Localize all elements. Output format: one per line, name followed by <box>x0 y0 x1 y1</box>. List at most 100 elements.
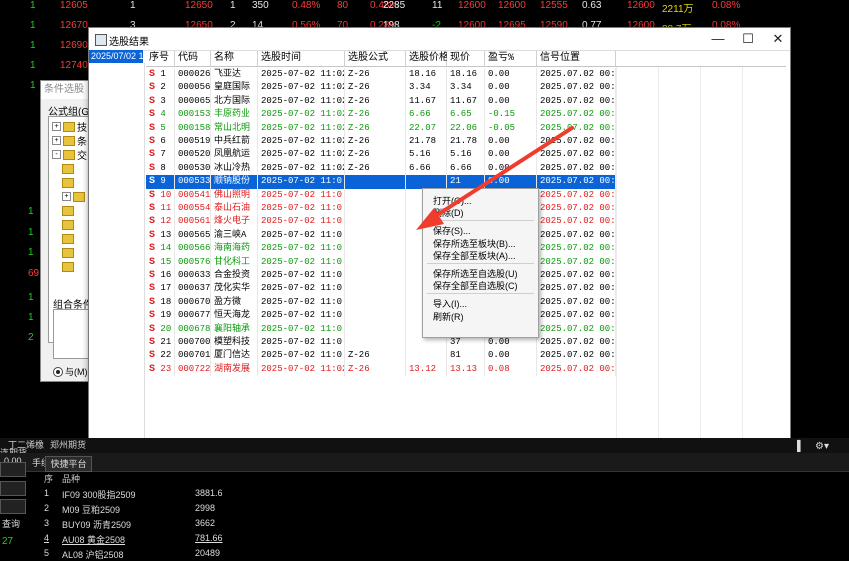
tree-item[interactable] <box>62 260 76 273</box>
and-radio[interactable]: 与(M) <box>53 365 88 378</box>
table-row[interactable]: S 10000541佛山照明2025-07-02 11:0100.632025.… <box>146 188 616 202</box>
folder-icon <box>63 121 75 132</box>
quick-platform-tab[interactable]: 快捷平台 <box>45 456 92 472</box>
table-cell: 2025.07.02 00:00:00 <box>537 309 616 323</box>
table-row[interactable]: S 2000056皇庭国际2025-07-02 11:02:53Z-263.34… <box>146 81 616 95</box>
tree-expander-icon[interactable]: + <box>62 192 71 201</box>
exchange-tab[interactable]: 郑州期货 <box>50 438 86 453</box>
table-row[interactable]: S 18000670盈方微2025-07-02 11:0380.002025.0… <box>146 295 616 310</box>
table-row[interactable]: S 11000554泰山石油2025-07-02 11:0100.142025.… <box>146 202 616 216</box>
settings-tool-icon[interactable]: ▌ <box>797 441 804 452</box>
quote-cell: 12740 <box>60 60 88 71</box>
close-button[interactable]: ✕ <box>763 28 793 50</box>
menu-item[interactable]: 保存全部至自选股(C) <box>433 279 518 292</box>
table-row[interactable]: S 20000678襄阳轴承2025-07-02 11:013-0.072025… <box>146 322 616 336</box>
menu-item[interactable]: 保存所选至板块(B)... <box>433 237 516 250</box>
column-header[interactable]: 选股时间 <box>258 51 345 67</box>
folder-icon <box>63 149 75 160</box>
table-row[interactable]: S 13000565渝三峡A2025-07-02 11:0370.002025.… <box>146 228 616 243</box>
table-cell: S 15 <box>146 255 175 269</box>
table-row[interactable]: S 23000722湖南发展2025-07-02 11:02:56Z-2613.… <box>146 362 616 377</box>
stock-result-window[interactable]: 选股结果 — ☐ ✕ 2025/07/02 1 序号 代码 名称 选股时间 选股公式 选股… <box>88 27 791 455</box>
table-row[interactable]: S 12000561烽火电子2025-07-02 11:0100.252025.… <box>146 215 616 229</box>
menu-item[interactable]: 刷新(R) <box>433 310 464 323</box>
menu-item[interactable]: 删除(D) <box>433 206 464 219</box>
table-cell: Z-26 <box>345 68 406 82</box>
table-row[interactable]: S 19000677恒天海龙2025-07-02 11:0860.002025.… <box>146 309 616 323</box>
tree-item[interactable] <box>62 232 76 245</box>
tree-item[interactable]: -交 <box>52 148 87 162</box>
tree-item[interactable] <box>62 176 76 189</box>
contract-row[interactable]: 1 IF09 300股指2509 3881.6 <box>40 487 270 501</box>
tree-item[interactable] <box>62 204 76 217</box>
side-number-cell: 1 <box>28 227 34 238</box>
table-row[interactable]: S 22 000701 厦门信达 2025-07-02 11:0 Z-26 81 0.00 2… <box>146 349 616 363</box>
table-row[interactable]: S 3000065北方国际2025-07-02 11:02:53Z-2611.6… <box>146 94 616 109</box>
side-number-cell: 1 <box>28 312 34 323</box>
table-row[interactable]: S 8000530冰山冷热2025-07-02 11:02:54Z-266.66… <box>146 161 616 176</box>
table-row[interactable]: S 9 000533 顺钠股份 2025-07-02 11:0 21 0.00 2025.0… <box>146 175 616 189</box>
menu-item[interactable]: 保存(S)... <box>433 224 471 237</box>
date-list-item[interactable]: 2025/07/02 1 <box>89 50 143 63</box>
side-input-2[interactable] <box>0 481 26 496</box>
contract-row[interactable]: 4 AU08 黄金2508 781.66 <box>40 532 270 546</box>
side-input-1[interactable] <box>0 462 26 477</box>
tool-dropdown-icon[interactable]: ⚙▾ <box>815 441 829 452</box>
menu-item[interactable]: 打开(O)... <box>433 194 472 207</box>
query-button[interactable]: 查询 <box>2 517 20 530</box>
side-input-3[interactable] <box>0 499 26 514</box>
tree-item[interactable]: + 技 <box>52 120 87 134</box>
table-row[interactable]: S 4000153丰原药业2025-07-02 11:02:54Z-266.66… <box>146 108 616 122</box>
table-row[interactable]: S 21 000700 模塑科技 2025-07-02 11:0 37 0.00 2025.… <box>146 336 616 350</box>
window-app-icon <box>95 34 107 46</box>
table-cell: 000633 <box>175 269 211 283</box>
table-row[interactable]: S 17000637茂化实华2025-07-02 11:0190.002025.… <box>146 282 616 296</box>
table-row[interactable]: S 16000633合金投资2025-07-02 11:0710.002025.… <box>146 269 616 283</box>
row-number: 18 <box>155 296 172 307</box>
column-header[interactable]: 选股公式 <box>345 51 406 67</box>
menu-item[interactable]: 保存全部至板块(A)... <box>433 249 516 262</box>
column-header[interactable]: 现价 <box>447 51 485 67</box>
contract-row[interactable]: 3 BUY09 沥青2509 3662 <box>40 517 270 531</box>
table-row[interactable]: S 15000576甘化科工2025-07-02 11:038-0.102025… <box>146 255 616 269</box>
exchange-tab-bar[interactable]: 丁二烯橡连期货郑州期货 <box>0 438 849 458</box>
date-list[interactable] <box>89 63 145 453</box>
side-number: 27 <box>2 536 14 547</box>
contract-row[interactable]: 5 AL08 沪铝2508 20489 <box>40 547 270 561</box>
table-cell: 000576 <box>175 255 211 269</box>
menu-item[interactable]: 保存所选至自选股(U) <box>433 267 518 280</box>
tree-expander-icon[interactable]: + <box>52 136 61 145</box>
tree-item[interactable]: + <box>62 190 87 203</box>
maximize-button[interactable]: ☐ <box>733 28 763 50</box>
quote-cell: 12600 <box>458 0 486 11</box>
column-header[interactable]: 代码 <box>175 51 211 67</box>
column-header[interactable]: 名称 <box>211 51 258 67</box>
row-number: 8 <box>155 162 166 173</box>
tree-expander-icon[interactable]: - <box>52 150 61 159</box>
column-header[interactable]: 信号位置 <box>537 51 616 67</box>
contract-price: 3881.6 <box>195 488 223 498</box>
tree-item[interactable] <box>62 162 76 175</box>
tree-item[interactable] <box>62 246 76 259</box>
table-row[interactable]: S 1000026飞亚达2025-07-02 11:02:53Z-2618.16… <box>146 68 616 82</box>
tree-item[interactable]: + 条 <box>52 134 87 148</box>
table-cell: S 22 <box>146 349 175 363</box>
minimize-button[interactable]: — <box>703 28 733 50</box>
contract-row[interactable]: 2 M09 豆粕2509 2998 <box>40 502 270 516</box>
menu-item[interactable]: 导入(I)... <box>433 297 467 310</box>
quote-cell: 12690 <box>60 40 88 51</box>
title-bar[interactable]: 选股结果 — ☐ ✕ <box>89 28 790 51</box>
table-row[interactable]: S 14000566海南海药2025-07-02 11:037-0.172025… <box>146 242 616 256</box>
table-row[interactable]: S 5000158常山北明2025-07-02 11:02:54Z-2622.0… <box>146 121 616 135</box>
column-header[interactable]: 序号 <box>146 51 175 67</box>
table-row[interactable]: S 7000520凤凰航运2025-07-02 11:02:54Z-265.16… <box>146 148 616 162</box>
table-cell: Z-26 <box>345 148 406 162</box>
column-header[interactable]: 盈亏% <box>485 51 537 67</box>
tree-item[interactable] <box>62 218 76 231</box>
table-cell: S 16 <box>146 269 175 283</box>
row-number: 3 <box>155 95 166 106</box>
table-row[interactable]: S 6000519中兵红箭2025-07-02 11:02:54Z-2621.7… <box>146 135 616 149</box>
tree-expander-icon[interactable]: + <box>52 122 61 131</box>
context-menu[interactable]: 打开(O)... 删除(D) 保存(S)... 保存所选至板块(B)... 保存全部至板… <box>422 188 539 338</box>
column-header[interactable]: 选股价格 <box>406 51 449 67</box>
